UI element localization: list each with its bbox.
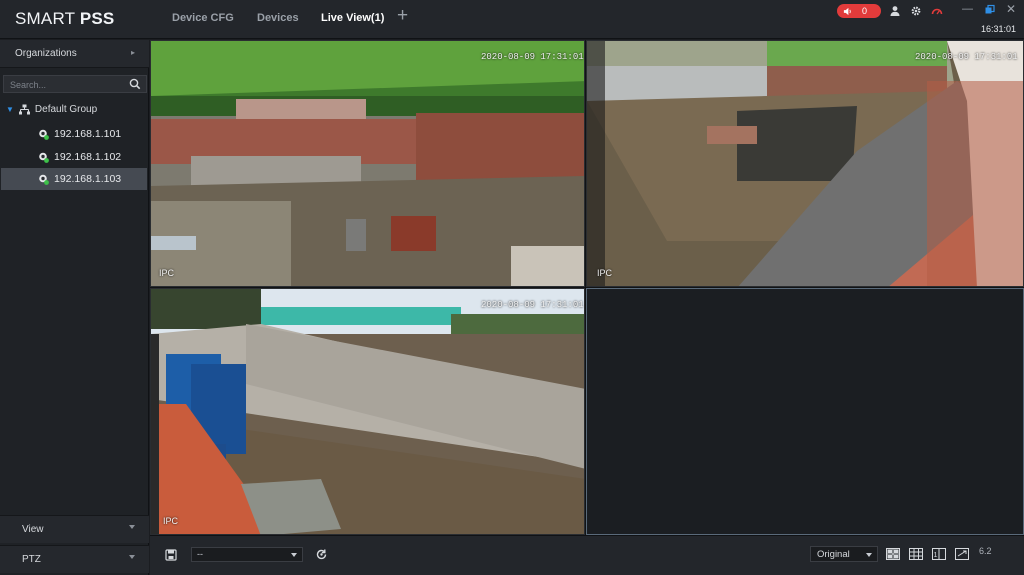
online-camera-icon [39, 152, 49, 163]
view-label: View [22, 524, 44, 535]
search-input[interactable] [10, 78, 120, 91]
expand-arrow-icon[interactable]: ▼ [6, 105, 14, 114]
tab-devices[interactable]: Devices [257, 12, 299, 24]
restore-icon[interactable] [984, 4, 996, 16]
close-icon[interactable]: ✕ [1006, 2, 1016, 16]
refresh-icon[interactable] [315, 548, 328, 561]
title-bar: SMART PSS Device CFG Devices Live View(1… [0, 0, 1024, 39]
view-select-value: -- [197, 549, 203, 559]
view-select[interactable]: -- [191, 547, 303, 562]
alarm-count: 0 [862, 6, 868, 16]
device-item-selected[interactable]: 192.168.1.103 [1, 168, 147, 190]
minimize-icon[interactable]: — [962, 3, 973, 15]
layout-custom-icon[interactable]: 1 [932, 548, 946, 560]
tab-live-view[interactable]: Live View(1) [321, 12, 384, 24]
video-grid: 2020-08-09 17:31:01 IPC 2020-08-09 17:31… [150, 40, 1024, 535]
osd-camera-label: IPC [597, 268, 613, 278]
sidebar: Organizations ▸ ▼ Default Group 192.168.… [0, 40, 149, 575]
video-pane-2[interactable]: 2020-08-09 17:31:01 IPC [586, 40, 1024, 287]
chevron-down-icon [129, 525, 135, 529]
logo-regular: SMART [15, 9, 80, 28]
camera-feed-image [151, 41, 584, 286]
device-label: 192.168.1.103 [54, 173, 122, 185]
user-icon[interactable] [889, 5, 901, 17]
osd-timestamp: 2020-08-09 17:31:01 [481, 52, 584, 62]
chevron-right-icon: ▸ [130, 48, 135, 57]
bottom-toolbar: -- Original 1 6.2 [150, 535, 1024, 575]
device-item[interactable]: 192.168.1.102 [1, 146, 147, 168]
ptz-label: PTZ [22, 554, 41, 565]
page-indicator: 6.2 [979, 546, 992, 556]
online-camera-icon [39, 129, 49, 140]
save-view-icon[interactable] [165, 549, 177, 561]
svg-text:1: 1 [934, 552, 938, 559]
org-tree-icon [18, 104, 30, 115]
device-label: 192.168.1.101 [54, 128, 122, 140]
camera-feed-image [587, 41, 1023, 286]
video-pane-3[interactable]: 2020-08-09 17:31:01 IPC [150, 288, 585, 535]
online-camera-icon [39, 174, 49, 185]
layout-grid-4-icon[interactable] [886, 548, 900, 560]
osd-camera-label: IPC [159, 268, 175, 278]
aspect-ratio-select[interactable]: Original [810, 546, 878, 562]
gear-icon[interactable] [910, 5, 922, 17]
ptz-panel-header[interactable]: PTZ [0, 545, 149, 573]
performance-gauge-icon[interactable] [931, 5, 943, 17]
view-panel-header[interactable]: View [0, 515, 149, 543]
logo-bold: PSS [79, 9, 115, 28]
device-label: 192.168.1.102 [54, 151, 122, 163]
app-logo: SMART PSS [15, 9, 114, 29]
organizations-header[interactable]: Organizations ▸ [0, 40, 149, 68]
device-item[interactable]: 192.168.1.101 [1, 123, 147, 145]
alarm-button[interactable]: 0 [837, 4, 881, 18]
tab-device-cfg[interactable]: Device CFG [172, 12, 234, 24]
camera-feed-image [151, 289, 584, 534]
chevron-down-icon [129, 555, 135, 559]
video-pane-4-empty[interactable] [586, 288, 1024, 535]
osd-timestamp: 2020-08-09 17:31:01 [915, 52, 1018, 62]
osd-camera-label: IPC [163, 516, 179, 526]
chevron-down-icon [291, 553, 297, 557]
fullscreen-icon[interactable] [955, 548, 969, 560]
organizations-label: Organizations [15, 48, 77, 59]
clock: 16:31:01 [980, 24, 1016, 34]
video-pane-1[interactable]: 2020-08-09 17:31:01 IPC [150, 40, 585, 287]
osd-timestamp: 2020-08-09 17:31:01 [481, 300, 584, 310]
aspect-ratio-value: Original [817, 549, 850, 560]
search-icon[interactable] [129, 78, 141, 90]
smart-pss-window: SMART PSS Device CFG Devices Live View(1… [0, 0, 1024, 575]
add-tab-button[interactable]: + [397, 6, 408, 25]
group-label: Default Group [34, 104, 98, 115]
layout-grid-9-icon[interactable] [909, 548, 923, 560]
search-box [3, 75, 147, 93]
speaker-icon [843, 7, 851, 15]
chevron-down-icon [866, 553, 872, 557]
device-group[interactable]: ▼ Default Group [6, 104, 97, 115]
